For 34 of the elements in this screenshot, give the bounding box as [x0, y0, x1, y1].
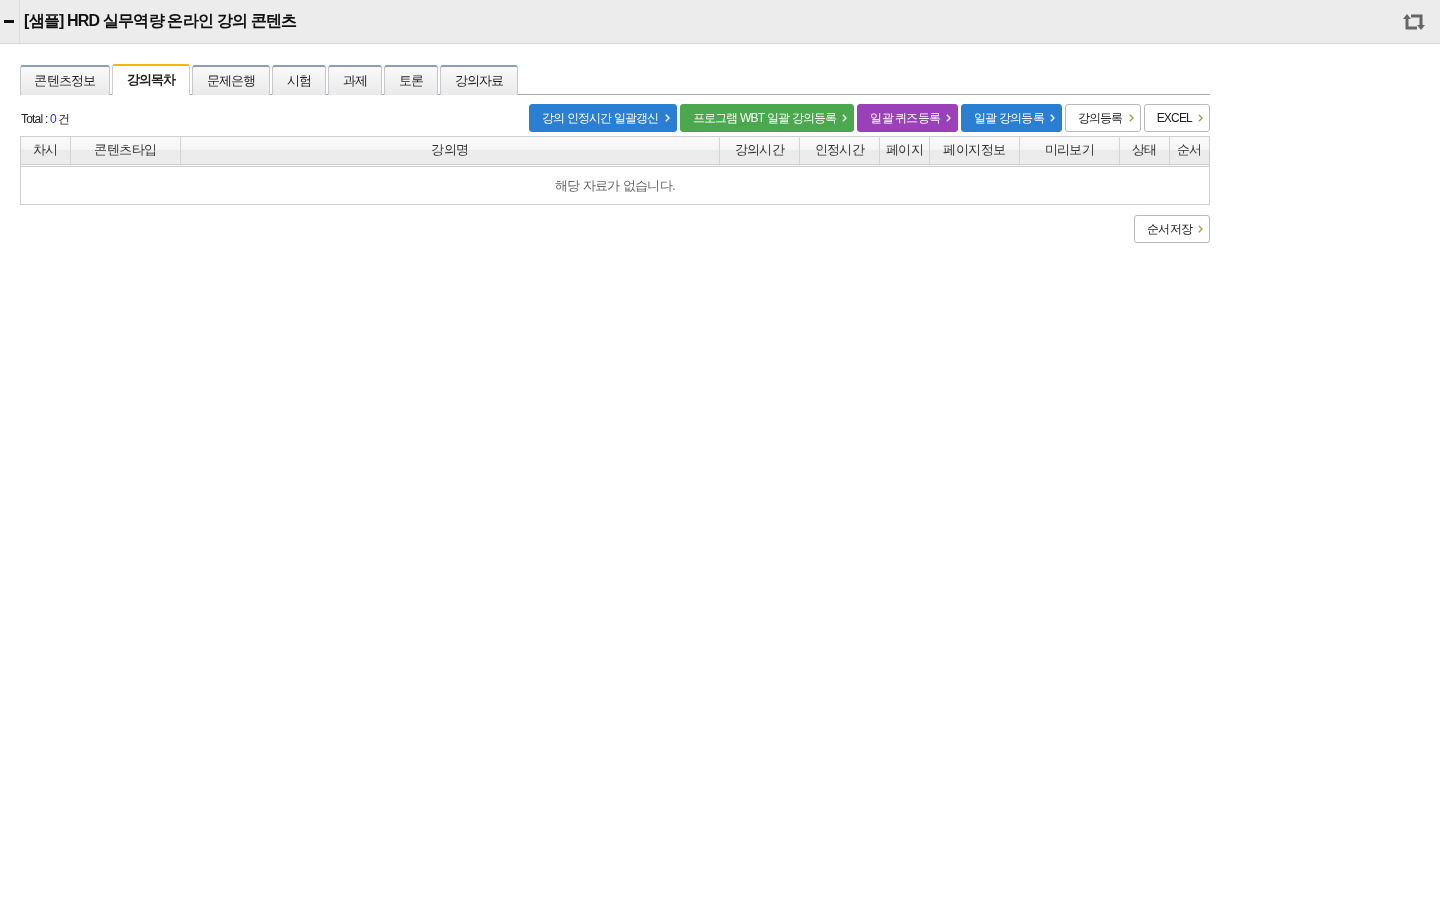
action-button[interactable]: 일괄 강의등록 [961, 104, 1062, 132]
tab[interactable]: 콘텐츠정보 [20, 65, 110, 95]
chevron-icon [1128, 114, 1134, 122]
tab[interactable]: 과제 [328, 65, 382, 95]
tab[interactable]: 토론 [384, 65, 438, 95]
chevron-icon [946, 114, 952, 122]
column-header: 상태 [1119, 137, 1169, 167]
refresh-icon[interactable] [1403, 13, 1425, 30]
outline-button[interactable]: EXCEL [1143, 104, 1210, 132]
column-header: 강의명 [180, 137, 719, 167]
column-header: 강의시간 [719, 137, 799, 167]
chevron-icon [1198, 114, 1203, 122]
tab[interactable]: 강의목차 [112, 64, 190, 95]
column-header: 페이지정보 [929, 137, 1019, 167]
tab[interactable]: 시험 [272, 65, 326, 95]
column-header: 차시 [21, 137, 70, 167]
chevron-icon [1049, 114, 1055, 122]
page-title: [샘플] HRD 실무역량 온라인 강의 콘텐츠 [24, 11, 297, 31]
chevron-icon [842, 114, 848, 122]
action-button[interactable]: 강의 인정시간 일괄갱신 [528, 104, 677, 132]
tab[interactable]: 강의자료 [440, 65, 518, 95]
action-button[interactable]: 일괄 퀴즈등록 [857, 104, 959, 132]
column-header: 순서 [1169, 137, 1209, 167]
empty-message: 해당 자료가 없습니다. [554, 179, 676, 193]
outline-button[interactable]: 강의등록 [1064, 104, 1141, 132]
chevron-icon [1198, 225, 1203, 233]
column-header: 페이지 [879, 137, 929, 167]
column-header: 미리보기 [1019, 137, 1119, 167]
save-order-button[interactable]: 순서저장 [1134, 215, 1210, 243]
tab[interactable]: 문제은행 [192, 65, 270, 95]
column-header: 인정시간 [799, 137, 879, 167]
chevron-icon [664, 114, 670, 122]
total-count-text: Total : 0 건 [20, 110, 70, 128]
column-header: 콘텐츠타입 [70, 137, 180, 167]
